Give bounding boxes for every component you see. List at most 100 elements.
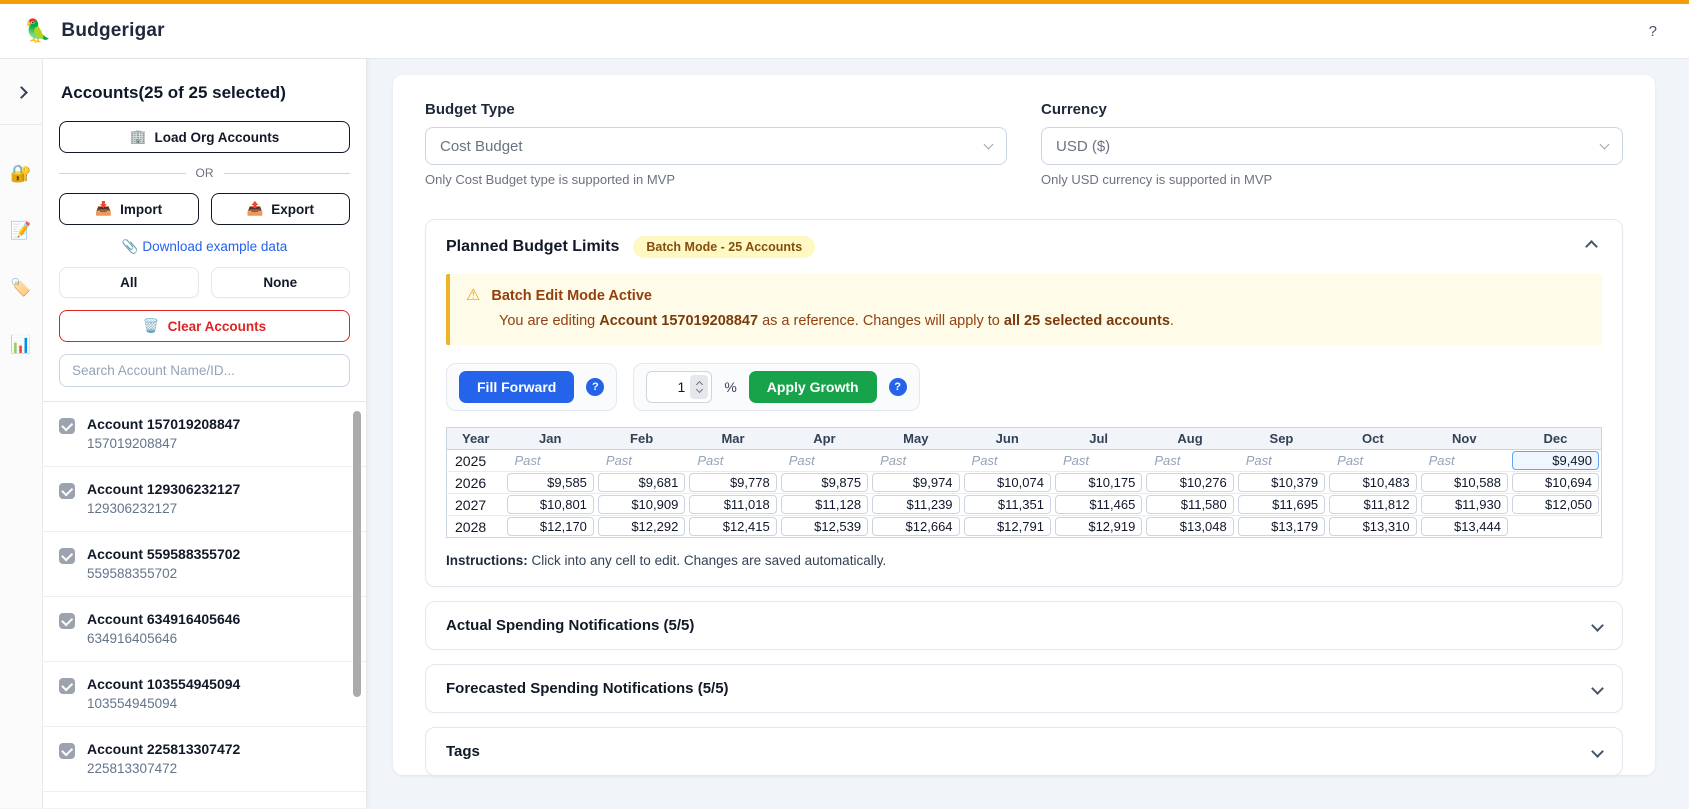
budget-cell[interactable]: $10,909: [595, 493, 688, 516]
budget-value-input[interactable]: $9,681: [597, 473, 686, 492]
budget-cell[interactable]: $12,664: [870, 516, 961, 538]
budget-value-input[interactable]: $12,050: [1511, 495, 1599, 514]
budget-value-input[interactable]: $9,490: [1511, 451, 1599, 470]
budget-cell[interactable]: $13,048: [1144, 516, 1235, 538]
account-checkbox[interactable]: [59, 743, 75, 759]
currency-select[interactable]: USD ($): [1041, 127, 1623, 165]
account-list-scrollbar[interactable]: [353, 411, 361, 697]
budget-cell[interactable]: $10,175: [1052, 471, 1145, 494]
budget-value-input[interactable]: $12,539: [780, 517, 869, 536]
budget-cell[interactable]: $10,801: [504, 493, 596, 516]
collapsed-section-header[interactable]: Tags: [425, 727, 1623, 776]
budget-value-input[interactable]: $11,351: [963, 495, 1051, 514]
budget-cell[interactable]: $9,585: [504, 471, 596, 494]
budget-value-input[interactable]: $10,175: [1054, 473, 1143, 492]
budget-cell[interactable]: $11,930: [1418, 493, 1510, 516]
collapse-section-button[interactable]: [1581, 235, 1602, 258]
fill-forward-help-icon[interactable]: ?: [586, 378, 605, 396]
export-button[interactable]: 📤 Export: [210, 193, 350, 225]
budget-value-input[interactable]: $10,379: [1237, 473, 1326, 492]
budget-cell[interactable]: $10,379: [1235, 471, 1328, 494]
download-example-data-link[interactable]: 📎 Download example data: [122, 239, 287, 254]
budget-value-input[interactable]: $12,919: [1054, 517, 1143, 536]
budget-value-input[interactable]: $11,239: [872, 495, 960, 514]
account-list-item[interactable]: Account 129306232127 129306232127: [43, 467, 366, 532]
budget-cell[interactable]: $9,681: [595, 471, 688, 494]
budget-value-input[interactable]: $11,812: [1329, 495, 1417, 514]
budget-cell[interactable]: $11,465: [1052, 493, 1145, 516]
budget-value-input[interactable]: $12,415: [689, 517, 777, 536]
budget-value-input[interactable]: $10,801: [506, 495, 594, 514]
chart-icon[interactable]: 📊: [10, 336, 31, 353]
number-stepper[interactable]: [690, 375, 709, 399]
budget-cell[interactable]: $10,276: [1144, 471, 1236, 494]
budget-cell[interactable]: $12,050: [1509, 493, 1602, 516]
budget-cell[interactable]: $10,483: [1327, 471, 1419, 494]
budget-value-input[interactable]: $13,310: [1329, 517, 1417, 536]
budget-cell[interactable]: $13,444: [1419, 516, 1510, 538]
account-checkbox[interactable]: [59, 418, 75, 434]
budget-type-select[interactable]: Cost Budget: [425, 127, 1007, 165]
budget-cell[interactable]: $10,694: [1509, 471, 1602, 494]
budget-value-input[interactable]: $9,778: [689, 473, 777, 492]
budget-cell[interactable]: $9,778: [687, 471, 779, 494]
budget-cell[interactable]: $11,018: [687, 493, 779, 516]
account-checkbox[interactable]: [59, 548, 75, 564]
budget-cell[interactable]: $9,875: [778, 471, 871, 494]
budget-cell[interactable]: $12,791: [962, 516, 1053, 538]
expand-sidebar-button[interactable]: [11, 79, 32, 106]
budget-value-input[interactable]: $10,909: [597, 495, 686, 514]
load-org-accounts-button[interactable]: 🏢 Load Org Accounts: [59, 121, 350, 153]
budget-value-input[interactable]: $10,694: [1511, 473, 1599, 492]
budget-value-input[interactable]: $11,465: [1054, 495, 1143, 514]
budget-value-input[interactable]: $9,875: [780, 473, 869, 492]
select-none-button[interactable]: None: [210, 267, 350, 298]
budget-cell[interactable]: $12,292: [596, 516, 687, 538]
budget-cell[interactable]: $11,812: [1327, 493, 1419, 516]
tag-icon[interactable]: 🏷️: [10, 279, 31, 296]
budget-cell[interactable]: $11,695: [1235, 493, 1328, 516]
collapsed-section-header[interactable]: Actual Spending Notifications (5/5): [425, 601, 1623, 650]
budget-value-input[interactable]: $12,170: [506, 517, 594, 536]
budget-cell[interactable]: $12,539: [779, 516, 870, 538]
budget-cell[interactable]: $10,588: [1418, 471, 1510, 494]
budget-value-input[interactable]: $11,018: [689, 495, 777, 514]
budget-value-input[interactable]: $11,930: [1420, 495, 1508, 514]
budget-value-input[interactable]: $11,128: [780, 495, 869, 514]
select-all-button[interactable]: All: [59, 267, 199, 298]
budget-value-input[interactable]: $12,664: [872, 517, 960, 536]
fill-forward-button[interactable]: Fill Forward: [459, 371, 575, 403]
memo-icon[interactable]: 📝: [10, 222, 31, 239]
account-list-item[interactable]: Account 157019208847 157019208847: [43, 402, 366, 467]
budget-value-input[interactable]: $10,483: [1329, 473, 1417, 492]
budget-value-input[interactable]: $11,695: [1237, 495, 1326, 514]
collapsed-section-header[interactable]: Forecasted Spending Notifications (5/5): [425, 664, 1623, 713]
lock-icon[interactable]: 🔐: [10, 165, 31, 182]
budget-value-input[interactable]: $13,444: [1420, 517, 1508, 536]
apply-growth-button[interactable]: Apply Growth: [748, 371, 877, 403]
account-list-item[interactable]: Account 103554945094 103554945094: [43, 662, 366, 727]
budget-cell[interactable]: $12,170: [505, 516, 596, 538]
growth-percent-input[interactable]: 1: [646, 371, 713, 403]
apply-growth-help-icon[interactable]: ?: [888, 378, 907, 396]
budget-cell[interactable]: $11,239: [870, 493, 962, 516]
account-search-input[interactable]: [59, 354, 350, 387]
account-list-item[interactable]: Account 634916405646 634916405646: [43, 597, 366, 662]
account-checkbox[interactable]: [59, 483, 75, 499]
budget-cell[interactable]: $10,074: [961, 471, 1053, 494]
help-button[interactable]: ?: [1641, 19, 1665, 44]
budget-value-input[interactable]: $13,179: [1237, 517, 1326, 536]
planned-budget-limits-header[interactable]: Planned Budget Limits Batch Mode - 25 Ac…: [426, 220, 1622, 270]
budget-value-input[interactable]: $9,585: [506, 473, 594, 492]
budget-cell[interactable]: $13,310: [1327, 516, 1418, 538]
budget-cell[interactable]: $9,490: [1509, 449, 1602, 472]
budget-value-input[interactable]: $10,074: [963, 473, 1051, 492]
budget-cell[interactable]: $12,919: [1053, 516, 1144, 538]
account-list-item[interactable]: Account 559588355702 559588355702: [43, 532, 366, 597]
budget-value-input[interactable]: $10,276: [1146, 473, 1234, 492]
import-button[interactable]: 📥 Import: [59, 193, 199, 225]
budget-cell[interactable]: $12,415: [687, 516, 778, 538]
budget-cell[interactable]: $11,351: [961, 493, 1053, 516]
budget-cell[interactable]: $13,179: [1236, 516, 1327, 538]
budget-value-input[interactable]: $9,974: [872, 473, 960, 492]
